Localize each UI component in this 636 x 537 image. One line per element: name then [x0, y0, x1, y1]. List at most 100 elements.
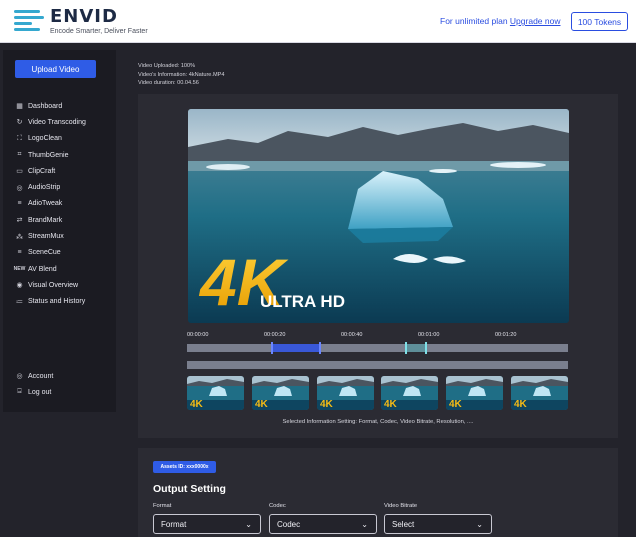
- codec-select[interactable]: Codec ⌄: [269, 514, 377, 534]
- upgrade-text: For unlimited plan Upgrade now: [440, 16, 560, 26]
- sidebar-item-label: Account: [28, 372, 54, 380]
- sidebar-item-audiostrip[interactable]: ◎ AudioStrip: [15, 179, 86, 195]
- video-information: Video's Information: 4kNature.MP4: [138, 71, 225, 78]
- thumbnail-strip: 4K 4K 4K 4K 4K 4K: [187, 376, 568, 410]
- codec-label: Codec: [269, 503, 286, 509]
- account-icon: ◎: [16, 373, 23, 381]
- sidebar-item-label: SceneCue: [28, 249, 61, 257]
- sidebar-item-label: Status and History: [28, 298, 86, 306]
- format-select[interactable]: Format ⌄: [153, 514, 261, 534]
- upgrade-prefix: For unlimited plan: [440, 16, 510, 26]
- svg-text:4K: 4K: [514, 399, 528, 410]
- timeline-selection-teal[interactable]: [405, 342, 427, 354]
- eye-icon: ◉: [16, 282, 23, 290]
- upgrade-now-link[interactable]: Upgrade now: [510, 16, 561, 26]
- timeline-track[interactable]: [187, 342, 568, 354]
- video-thumbnail[interactable]: 4K: [511, 376, 568, 410]
- output-setting-panel: Assets ID: xxx0000x Output Setting Forma…: [138, 448, 618, 537]
- refresh-icon: ↻: [16, 119, 23, 127]
- svg-text:4K: 4K: [320, 399, 334, 410]
- sidebar-item-brandmark[interactable]: ⇄ BrandMark: [15, 212, 86, 228]
- timeline-label: 00:00:00: [187, 332, 209, 338]
- blend-icon: NEW: [13, 266, 26, 273]
- timeline-selection-blue[interactable]: [271, 342, 321, 354]
- sidebar-item-visual-overview[interactable]: ◉ Visual Overview: [15, 277, 86, 293]
- top-header: ENVID Encode Smarter, Deliver Faster For…: [0, 0, 636, 43]
- timeline-label: 00:01:20: [495, 332, 517, 338]
- chevron-down-icon: ⌄: [245, 520, 252, 529]
- scan-icon: ⌗: [17, 151, 22, 159]
- timeline-secondary-track[interactable]: [187, 361, 568, 369]
- video-thumbnail[interactable]: 4K: [251, 376, 309, 410]
- crop-icon: ⛶: [17, 134, 22, 142]
- sidebar-item-av-blend[interactable]: NEW AV Blend: [13, 261, 86, 277]
- format-select-value: Format: [161, 519, 187, 529]
- format-label: Format: [153, 503, 172, 509]
- logo-tagline: Encode Smarter, Deliver Faster: [50, 27, 148, 35]
- sidebar-item-label: Log out: [28, 388, 52, 396]
- assets-id-badge: Assets ID: xxx0000x: [153, 461, 216, 473]
- video-bitrate-select-value: Select: [392, 519, 415, 529]
- video-thumbnail[interactable]: 4K: [446, 376, 504, 410]
- chevron-down-icon: ⌄: [476, 520, 483, 529]
- logo-name: ENVID: [50, 5, 118, 27]
- stream-icon: ⁂: [16, 233, 23, 241]
- sidebar-item-scenecue[interactable]: ≡ SceneCue: [15, 245, 86, 261]
- sidebar-item-status-history[interactable]: ≔ Status and History: [15, 294, 86, 310]
- sidebar-item-label: AV Blend: [28, 265, 57, 273]
- timeline-label: 00:00:40: [341, 332, 363, 338]
- video-bitrate-label: Video Bitrate: [384, 503, 418, 509]
- envid-logo[interactable]: ENVID Encode Smarter, Deliver Faster: [14, 6, 148, 36]
- svg-text:4K: 4K: [384, 399, 398, 410]
- selected-information-note: Selected Information Setting: Format, Co…: [282, 419, 474, 425]
- sidebar-item-label: AudioStrip: [28, 184, 61, 192]
- sidebar-bottom-nav: ◎ Account ⍈ Log out: [15, 368, 53, 401]
- codec-select-value: Codec: [277, 519, 301, 529]
- chevron-down-icon: ⌄: [361, 520, 368, 529]
- timeline-label: 00:01:00: [418, 332, 440, 338]
- grid-icon: ▦: [16, 103, 23, 111]
- sidebar-item-adiotweak[interactable]: ≡ AdioTweak: [15, 196, 86, 212]
- sidebar-item-video-transcoding[interactable]: ↻ Video Transcoding: [15, 114, 86, 130]
- svg-text:4K: 4K: [255, 399, 269, 410]
- tokens-button[interactable]: 100 Tokens: [571, 12, 628, 31]
- video-frame-image: 4K ULTRA HD: [188, 109, 569, 323]
- sliders-icon: ≡: [17, 200, 22, 208]
- sidebar-item-label: BrandMark: [28, 216, 63, 224]
- video-player[interactable]: 4K ULTRA HD: [188, 109, 569, 323]
- svg-text:4K: 4K: [449, 399, 463, 410]
- sidebar-item-label: ClipCraft: [28, 167, 56, 175]
- sidebar-item-label: Video Transcoding: [28, 118, 86, 126]
- sidebar-item-clipcraft[interactable]: ▭ ClipCraft: [15, 163, 86, 179]
- output-setting-title: Output Setting: [153, 483, 226, 495]
- envid-logo-icon: [14, 6, 46, 36]
- sidebar-item-account[interactable]: ◎ Account: [15, 368, 53, 384]
- sidebar: Upload Video ▦ Dashboard ↻ Video Transcodi…: [3, 50, 116, 412]
- sidebar-item-thumbgenie[interactable]: ⌗ ThumbGenie: [15, 147, 86, 163]
- video-bitrate-select[interactable]: Select ⌄: [384, 514, 492, 534]
- video-thumbnail[interactable]: 4K: [316, 376, 374, 410]
- sidebar-item-label: AdioTweak: [28, 200, 63, 208]
- video-overlay-ultra-hd: ULTRA HD: [260, 292, 345, 311]
- svg-text:4K: 4K: [190, 399, 204, 410]
- upload-video-button[interactable]: Upload Video: [15, 60, 96, 78]
- sidebar-item-label: Dashboard: [28, 102, 63, 110]
- sidebar-item-label: StreamMux: [28, 233, 64, 241]
- sidebar-item-label: Visual Overview: [28, 281, 79, 289]
- timeline-labels: 00:00:00 00:00:20 00:00:40 00:01:00 00:0…: [138, 332, 618, 340]
- sidebar-item-dashboard[interactable]: ▦ Dashboard: [15, 98, 86, 114]
- video-thumbnail[interactable]: 4K: [187, 376, 244, 410]
- video-info: Video Uploaded: 100% Video's Information…: [138, 62, 224, 88]
- video-thumbnail[interactable]: 4K: [381, 376, 439, 410]
- monitor-icon: ▭: [16, 168, 23, 176]
- video-duration: Video duration: 00.04.56: [138, 80, 199, 87]
- brand-icon: ⇄: [16, 217, 23, 225]
- sidebar-item-label: ThumbGenie: [28, 151, 69, 159]
- sidebar-item-streammux[interactable]: ⁂ StreamMux: [15, 228, 86, 244]
- history-icon: ≔: [16, 298, 23, 306]
- video-panel: 4K ULTRA HD 00:00:00 00:00:20 00:00:40 0…: [138, 94, 618, 438]
- sidebar-item-logout[interactable]: ⍈ Log out: [15, 384, 53, 400]
- sidebar-item-label: LogoClean: [28, 135, 62, 143]
- scene-icon: ≡: [17, 249, 22, 257]
- sidebar-item-logoclean[interactable]: ⛶ LogoClean: [15, 131, 86, 147]
